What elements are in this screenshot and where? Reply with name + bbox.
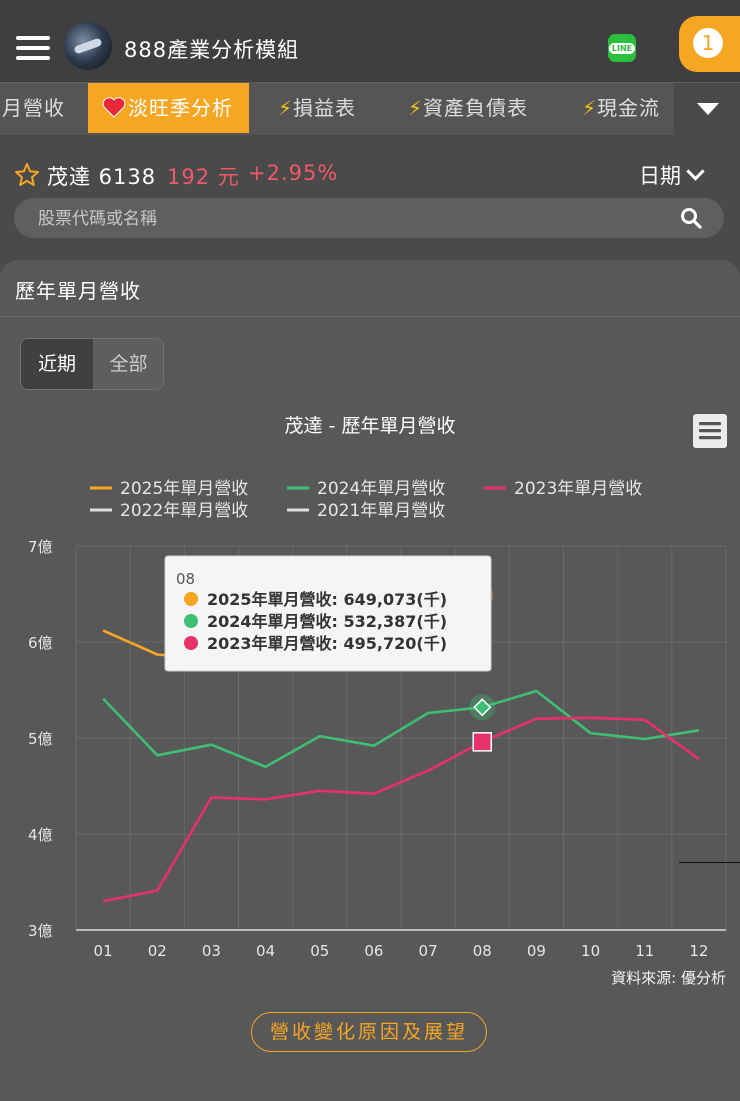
tab-seasonality[interactable]: 淡旺季分析 [88,83,249,133]
revenue-card: 歷年單月營收 近期 全部 茂達 - 歷年單月營收 2025年單月營收 2024年單… [0,260,740,1101]
bolt-icon: ⚡ [278,96,294,120]
tab-balance-sheet[interactable]: ⚡資產負債表 [408,83,528,133]
revenue-chart: 茂達 - 歷年單月營收 2025年單月營收 2024年單月營收 2023年單月營收 2… [0,400,740,1101]
tooltip-line: 2025年單月營收: 649,073(千) [207,590,447,609]
tooltip-dot [184,614,198,628]
tab-monthly-revenue[interactable]: 月營收 [2,83,65,133]
x-tick-label: 04 [256,942,275,960]
legend-label: 2022年單月營收 [120,501,248,521]
app-header: 888產業分析模組 LINE 1 [0,0,740,82]
app-logo [64,22,112,70]
app-title: 888產業分析模組 [124,38,300,62]
legend-label: 2023年單月營收 [514,479,642,499]
date-dropdown[interactable]: 日期 [639,160,705,190]
tooltip-dot [184,636,198,650]
x-tick-label: 12 [689,942,708,960]
tooltip-line: 2024年單月營收: 532,387(千) [207,612,447,631]
x-tick-label: 10 [581,942,600,960]
x-tick-label: 02 [148,942,167,960]
tabs-more-chevron-icon[interactable] [674,83,740,135]
y-tick-label: 3億 [28,922,53,940]
star-icon[interactable] [14,162,40,188]
y-tick-label: 6億 [28,634,53,652]
heart-icon [102,97,126,118]
bolt-icon: ⚡ [408,96,424,120]
x-tick-label: 11 [635,942,654,960]
x-tick-label: 06 [364,942,383,960]
notification-count: 1 [693,28,723,58]
period-recent-button[interactable]: 近期 [21,339,93,389]
legend-label: 2021年單月營收 [317,501,445,521]
search-input[interactable] [36,204,660,234]
chevron-down-icon [686,162,705,181]
x-tick-label: 09 [527,942,546,960]
legend-label: 2025年單月營收 [120,479,248,499]
tooltip-line: 2023年單月營收: 495,720(千) [207,634,447,653]
period-all-button[interactable]: 全部 [94,339,163,389]
stock-name-code: 茂達 6138 [47,165,157,189]
chart-title: 茂達 - 歷年單月營收 [285,415,456,437]
card-header: 歷年單月營收 [0,260,740,317]
stock-change: +2.95% [248,161,339,185]
chart-tooltip: 08 2025年單月營收: 649,073(千) 2024年單月營收: 532,3… [164,555,492,672]
x-tick-label: 05 [310,942,329,960]
tab-cash-flow[interactable]: ⚡現金流 [582,83,660,133]
chart-source: 資料來源: 優分析 [611,969,726,987]
tooltip-dot [184,592,198,606]
x-tick-label: 01 [94,942,113,960]
stock-price: 192 元 [167,165,240,189]
tooltip-category: 08 [176,570,195,588]
x-tick-label: 03 [202,942,221,960]
bolt-icon: ⚡ [582,96,598,120]
search-bar [14,198,724,238]
hover-marker [472,732,492,752]
y-tick-label: 7億 [28,538,53,556]
period-toggle: 近期 全部 [20,338,164,390]
revenue-chart-svg: 茂達 - 歷年單月營收 2025年單月營收 2024年單月營收 2023年單月營收 2… [28,414,727,987]
y-tick-label: 4億 [28,826,53,844]
tab-income-statement[interactable]: ⚡損益表 [278,83,356,133]
divider [679,862,740,863]
chart-menu-icon[interactable] [693,414,727,448]
notification-button[interactable]: 1 [679,16,740,72]
x-tick-label: 08 [473,942,492,960]
y-tick-label: 5億 [28,730,53,748]
legend-label: 2024年單月營收 [317,479,445,499]
feature-tabs: 月營收 淡旺季分析 ⚡損益表 ⚡資產負債表 ⚡現金流 [0,82,740,135]
x-tick-label: 07 [419,942,438,960]
menu-icon[interactable] [16,36,50,60]
search-icon[interactable] [680,207,702,229]
revenue-outlook-button[interactable]: 營收變化原因及展望 [251,1012,487,1052]
card-title: 歷年單月營收 [15,279,141,303]
line-icon[interactable]: LINE [608,34,636,62]
